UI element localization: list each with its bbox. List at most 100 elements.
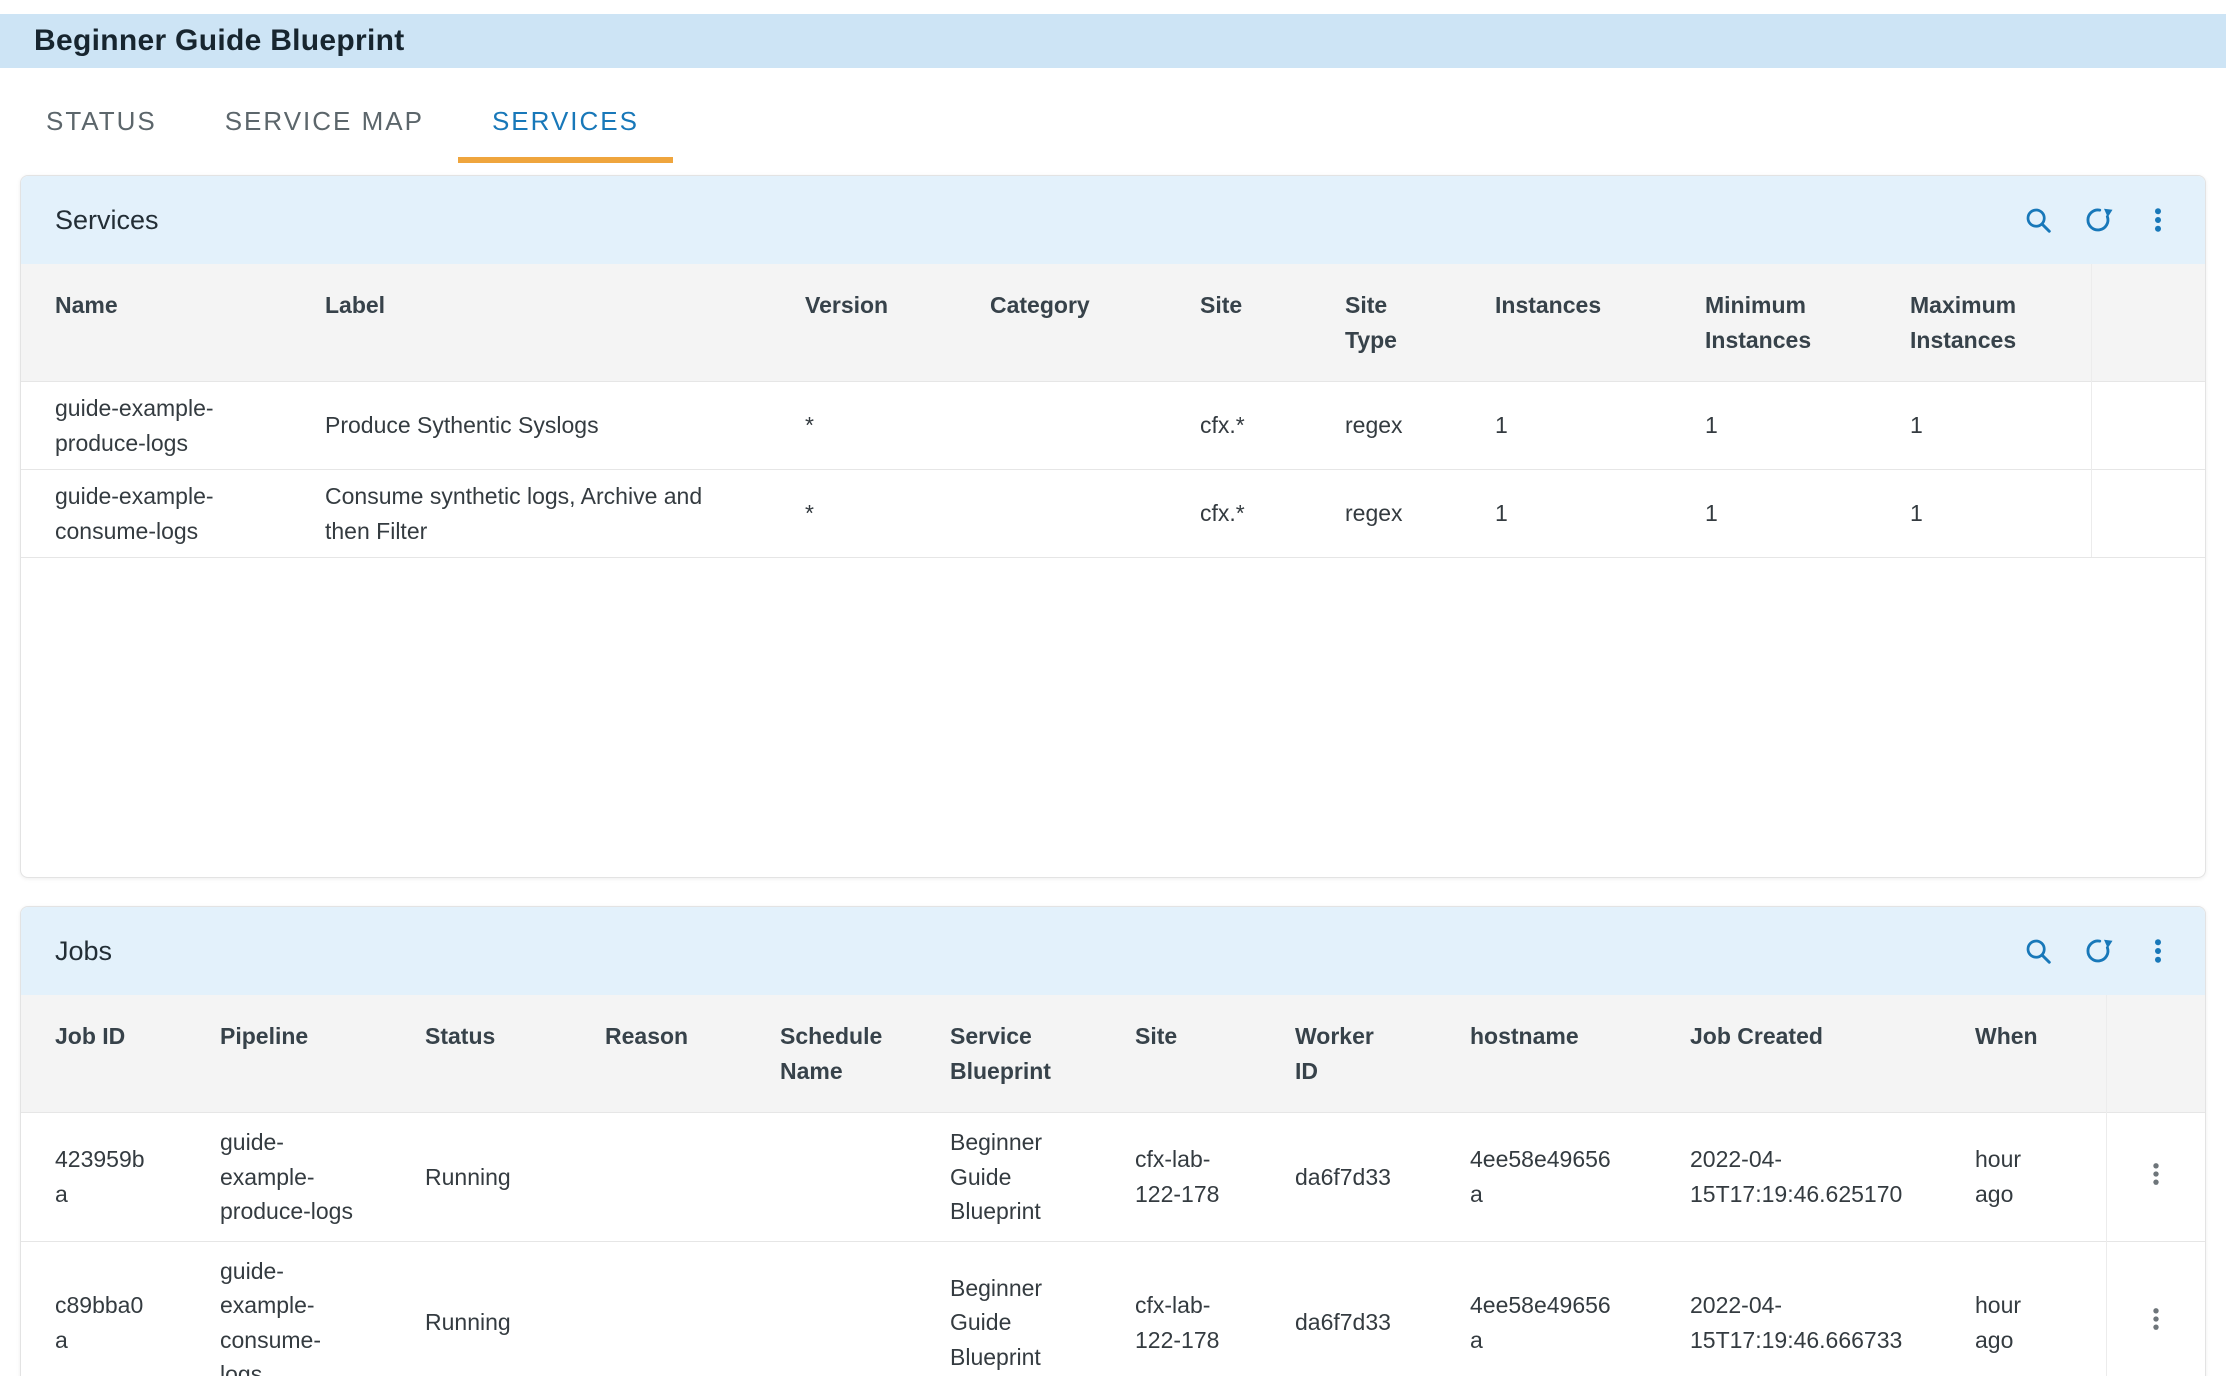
services-panel-actions xyxy=(2021,203,2175,237)
search-icon[interactable] xyxy=(2021,934,2055,968)
titlebar: Beginner Guide Blueprint xyxy=(0,14,2226,68)
column-header-reason: Reason xyxy=(581,995,756,1113)
kebab-menu-icon-glyph xyxy=(2142,1160,2170,1188)
cell-category xyxy=(966,470,1176,558)
kebab-menu-icon-glyph xyxy=(2143,205,2173,235)
kebab-menu-icon[interactable] xyxy=(2139,1157,2173,1191)
jobs-panel-actions xyxy=(2021,934,2175,968)
refresh-icon-glyph xyxy=(2083,205,2113,235)
cell-site: cfx-lab-122-178 xyxy=(1111,1113,1271,1242)
column-header-site-type: Site Type xyxy=(1321,264,1471,382)
cell-site: cfx.* xyxy=(1176,382,1321,470)
cell-site: cfx.* xyxy=(1176,470,1321,558)
cell-instances: 1 xyxy=(1471,382,1681,470)
services-panel-header: Services xyxy=(21,176,2205,264)
column-header-spacer xyxy=(2091,264,2205,382)
services-header-row: Name Label Version Category Site Site Ty… xyxy=(21,264,2205,382)
column-header-site: Site xyxy=(1176,264,1321,382)
cell-service-blueprint: Beginner Guide Blueprint xyxy=(926,1241,1111,1376)
table-row: guide-example-consume-logs Consume synth… xyxy=(21,470,2205,558)
column-header-category: Category xyxy=(966,264,1176,382)
page-title: Beginner Guide Blueprint xyxy=(34,24,405,58)
column-header-actions-spacer xyxy=(2106,995,2205,1113)
column-header-job-created: Job Created xyxy=(1666,995,1951,1113)
cell-maximum-instances: 1 xyxy=(1886,470,2091,558)
column-header-maximum-instances: Maximum Instances xyxy=(1886,264,2091,382)
cell-hostname: 4ee58e49656a xyxy=(1446,1241,1666,1376)
column-header-label: Label xyxy=(301,264,781,382)
kebab-menu-icon-glyph xyxy=(2142,1305,2170,1333)
kebab-menu-icon[interactable] xyxy=(2139,1302,2173,1336)
column-header-job-id: Job ID xyxy=(21,995,196,1113)
tab-services[interactable]: SERVICES xyxy=(458,82,673,163)
cell-job-id: 423959ba xyxy=(21,1113,196,1242)
cell-spacer xyxy=(2091,470,2205,558)
cell-schedule-name xyxy=(756,1241,926,1376)
column-header-schedule-name: Schedule Name xyxy=(756,995,926,1113)
cell-job-id: c89bba0a xyxy=(21,1241,196,1376)
jobs-panel-title: Jobs xyxy=(55,936,112,967)
cell-instances: 1 xyxy=(1471,470,1681,558)
cell-minimum-instances: 1 xyxy=(1681,382,1886,470)
cell-pipeline: guide-example-produce-logs xyxy=(196,1113,401,1242)
column-header-status: Status xyxy=(401,995,581,1113)
jobs-panel: Jobs xyxy=(20,906,2206,1376)
column-header-worker-id: Worker ID xyxy=(1271,995,1446,1113)
column-header-service-blueprint: Service Blueprint xyxy=(926,995,1111,1113)
cell-spacer xyxy=(2091,382,2205,470)
cell-row-actions xyxy=(2106,1113,2205,1242)
table-row: c89bba0a guide-example-consume-logs Runn… xyxy=(21,1241,2205,1376)
cell-category xyxy=(966,382,1176,470)
cell-site-type: regex xyxy=(1321,470,1471,558)
tab-bar: STATUS SERVICE MAP SERVICES xyxy=(0,82,2226,163)
column-header-name: Name xyxy=(21,264,301,382)
refresh-icon[interactable] xyxy=(2081,934,2115,968)
search-icon-glyph xyxy=(2023,936,2053,966)
cell-schedule-name xyxy=(756,1113,926,1242)
search-icon[interactable] xyxy=(2021,203,2055,237)
column-header-version: Version xyxy=(781,264,966,382)
cell-row-actions xyxy=(2106,1241,2205,1376)
column-header-when: When xyxy=(1951,995,2106,1113)
cell-version: * xyxy=(781,382,966,470)
cell-when: hour ago xyxy=(1951,1241,2106,1376)
jobs-table: Job ID Pipeline Status Reason Schedule N… xyxy=(21,995,2205,1376)
jobs-header-row: Job ID Pipeline Status Reason Schedule N… xyxy=(21,995,2205,1113)
cell-maximum-instances: 1 xyxy=(1886,382,2091,470)
cell-hostname: 4ee58e49656a xyxy=(1446,1113,1666,1242)
cell-name: guide-example-produce-logs xyxy=(21,382,301,470)
column-header-site: Site xyxy=(1111,995,1271,1113)
services-table: Name Label Version Category Site Site Ty… xyxy=(21,264,2205,558)
cell-name: guide-example-consume-logs xyxy=(21,470,301,558)
cell-reason xyxy=(581,1113,756,1242)
table-row: guide-example-produce-logs Produce Sythe… xyxy=(21,382,2205,470)
column-header-pipeline: Pipeline xyxy=(196,995,401,1113)
cell-status: Running xyxy=(401,1241,581,1376)
services-panel-title: Services xyxy=(55,205,159,236)
cell-worker-id: da6f7d33 xyxy=(1271,1113,1446,1242)
jobs-panel-header: Jobs xyxy=(21,907,2205,995)
cell-when: hour ago xyxy=(1951,1113,2106,1242)
refresh-icon[interactable] xyxy=(2081,203,2115,237)
kebab-menu-icon-glyph xyxy=(2143,936,2173,966)
cell-reason xyxy=(581,1241,756,1376)
cell-version: * xyxy=(781,470,966,558)
search-icon-glyph xyxy=(2023,205,2053,235)
kebab-menu-icon[interactable] xyxy=(2141,934,2175,968)
cell-job-created: 2022-04-15T17:19:46.666733 xyxy=(1666,1241,1951,1376)
cell-site-type: regex xyxy=(1321,382,1471,470)
table-row: 423959ba guide-example-produce-logs Runn… xyxy=(21,1113,2205,1242)
cell-status: Running xyxy=(401,1113,581,1242)
column-header-instances: Instances xyxy=(1471,264,1681,382)
cell-pipeline: guide-example-consume-logs xyxy=(196,1241,401,1376)
cell-site: cfx-lab-122-178 xyxy=(1111,1241,1271,1376)
refresh-icon-glyph xyxy=(2083,936,2113,966)
tab-service-map[interactable]: SERVICE MAP xyxy=(191,82,458,163)
cell-minimum-instances: 1 xyxy=(1681,470,1886,558)
cell-service-blueprint: Beginner Guide Blueprint xyxy=(926,1113,1111,1242)
cell-job-created: 2022-04-15T17:19:46.625170 xyxy=(1666,1113,1951,1242)
cell-worker-id: da6f7d33 xyxy=(1271,1241,1446,1376)
services-panel: Services xyxy=(20,175,2206,878)
tab-status[interactable]: STATUS xyxy=(12,82,191,163)
kebab-menu-icon[interactable] xyxy=(2141,203,2175,237)
